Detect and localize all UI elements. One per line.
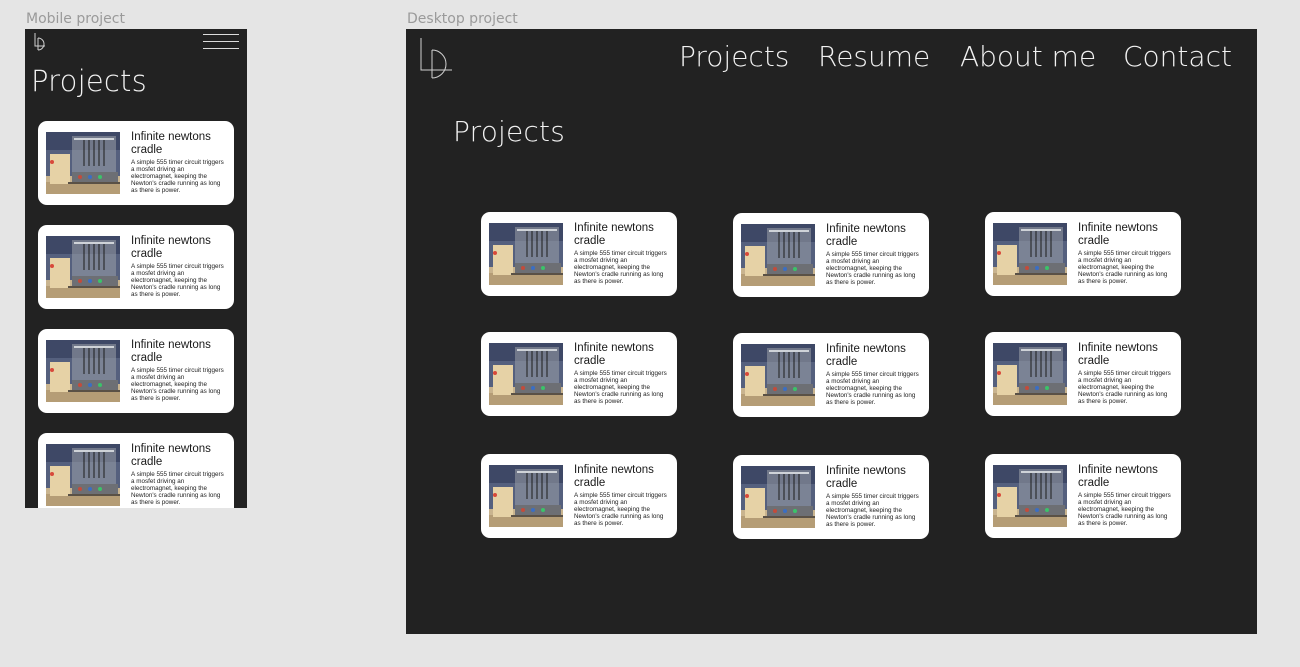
- nav-contact[interactable]: Contact: [1123, 40, 1232, 73]
- nav-projects[interactable]: Projects: [679, 40, 789, 73]
- project-thumbnail: [46, 444, 120, 506]
- project-card[interactable]: Infinite newtons cradle A simple 555 tim…: [985, 454, 1181, 538]
- project-title: Infinite newtons cradle: [1078, 342, 1158, 367]
- project-title: Infinite newtons cradle: [826, 465, 906, 490]
- ld-monogram-icon[interactable]: [33, 32, 47, 51]
- project-description: A simple 555 timer circuit triggers a mo…: [131, 367, 224, 403]
- project-title: Infinite newtons cradle: [131, 131, 211, 156]
- project-card[interactable]: Infinite newtons cradle A simple 555 tim…: [38, 433, 234, 508]
- hamburger-menu-icon[interactable]: [203, 33, 239, 49]
- project-card[interactable]: Infinite newtons cradle A simple 555 tim…: [481, 332, 677, 416]
- project-title: Infinite newtons cradle: [131, 235, 211, 260]
- project-thumbnail: [46, 132, 120, 194]
- project-title: Infinite newtons cradle: [826, 223, 906, 248]
- project-thumbnail: [489, 465, 563, 527]
- project-thumbnail: [993, 465, 1067, 527]
- project-card[interactable]: Infinite newtons cradle A simple 555 tim…: [733, 213, 929, 297]
- project-card[interactable]: Infinite newtons cradle A simple 555 tim…: [985, 212, 1181, 296]
- project-title: Infinite newtons cradle: [131, 443, 211, 468]
- ld-monogram-icon[interactable]: [419, 37, 455, 81]
- project-description: A simple 555 timer circuit triggers a mo…: [1078, 370, 1171, 406]
- project-card[interactable]: Infinite newtons cradle A simple 555 tim…: [985, 332, 1181, 416]
- project-card[interactable]: Infinite newtons cradle A simple 555 tim…: [38, 121, 234, 205]
- project-title: Infinite newtons cradle: [574, 464, 654, 489]
- nav-about-me[interactable]: About me: [960, 40, 1096, 73]
- project-thumbnail: [993, 343, 1067, 405]
- desktop-frame-label: Desktop project: [407, 11, 518, 27]
- page-title: Projects: [31, 64, 147, 98]
- project-thumbnail: [741, 224, 815, 286]
- project-description: A simple 555 timer circuit triggers a mo…: [1078, 492, 1171, 528]
- desktop-project-frame: Projects Resume About me Contact Project…: [406, 29, 1257, 634]
- project-thumbnail: [993, 223, 1067, 285]
- project-card[interactable]: Infinite newtons cradle A simple 555 tim…: [38, 225, 234, 309]
- project-thumbnail: [46, 236, 120, 298]
- project-description: A simple 555 timer circuit triggers a mo…: [574, 250, 667, 286]
- project-card[interactable]: Infinite newtons cradle A simple 555 tim…: [481, 212, 677, 296]
- project-title: Infinite newtons cradle: [574, 222, 654, 247]
- project-card[interactable]: Infinite newtons cradle A simple 555 tim…: [38, 329, 234, 413]
- project-card[interactable]: Infinite newtons cradle A simple 555 tim…: [733, 333, 929, 417]
- project-thumbnail: [741, 466, 815, 528]
- project-description: A simple 555 timer circuit triggers a mo…: [1078, 250, 1171, 286]
- mobile-frame-label: Mobile project: [26, 11, 125, 27]
- project-description: A simple 555 timer circuit triggers a mo…: [574, 492, 667, 528]
- nav-resume[interactable]: Resume: [818, 40, 930, 73]
- project-description: A simple 555 timer circuit triggers a mo…: [131, 471, 224, 507]
- project-thumbnail: [741, 344, 815, 406]
- project-title: Infinite newtons cradle: [826, 343, 906, 368]
- project-title: Infinite newtons cradle: [131, 339, 211, 364]
- mobile-project-frame: Projects Infinite newtons cradle A simpl…: [25, 29, 247, 508]
- project-title: Infinite newtons cradle: [574, 342, 654, 367]
- project-description: A simple 555 timer circuit triggers a mo…: [574, 370, 667, 406]
- page-title: Projects: [453, 115, 565, 148]
- project-thumbnail: [46, 340, 120, 402]
- project-description: A simple 555 timer circuit triggers a mo…: [826, 493, 919, 529]
- project-thumbnail: [489, 223, 563, 285]
- project-card[interactable]: Infinite newtons cradle A simple 555 tim…: [481, 454, 677, 538]
- project-description: A simple 555 timer circuit triggers a mo…: [826, 251, 919, 287]
- project-title: Infinite newtons cradle: [1078, 222, 1158, 247]
- project-title: Infinite newtons cradle: [1078, 464, 1158, 489]
- project-card[interactable]: Infinite newtons cradle A simple 555 tim…: [733, 455, 929, 539]
- project-description: A simple 555 timer circuit triggers a mo…: [131, 159, 224, 195]
- project-thumbnail: [489, 343, 563, 405]
- project-description: A simple 555 timer circuit triggers a mo…: [131, 263, 224, 299]
- project-description: A simple 555 timer circuit triggers a mo…: [826, 371, 919, 407]
